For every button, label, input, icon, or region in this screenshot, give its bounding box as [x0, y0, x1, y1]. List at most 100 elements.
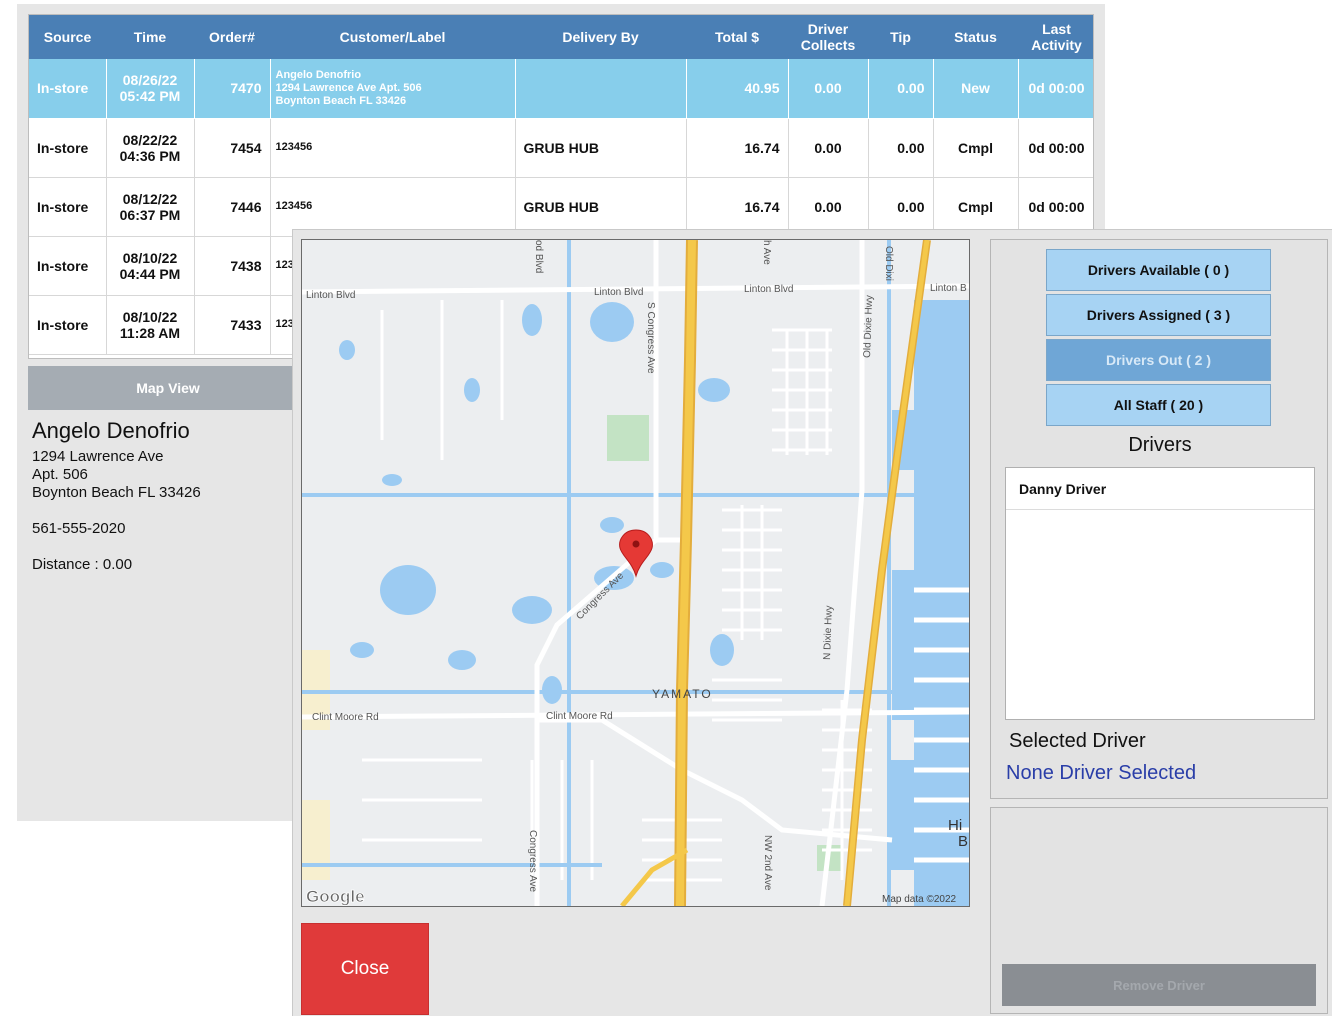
cell-driver-collects: 0.00 [788, 177, 869, 237]
map-label-old-dixie: Old Dixi [883, 246, 894, 281]
cell-order: 7470 [194, 59, 271, 119]
map-label-n-dixie: N Dixie Hwy [822, 605, 835, 660]
customer-city: Boynton Beach FL 33426 [32, 484, 201, 501]
table-row[interactable]: In-store 08/26/22 05:42 PM 7470 Angelo Denof… [29, 59, 1093, 119]
map-canvas[interactable]: Linton Blvd Linton Blvd Linton Blvd Lint… [302, 240, 969, 906]
cell-customer: 123456 [270, 118, 516, 178]
cell-delivery-by: GRUB HUB [515, 118, 687, 178]
col-header-source[interactable]: Source [29, 15, 106, 59]
cell-source: In-store [29, 177, 107, 237]
driver-assign-dialog: Linton Blvd Linton Blvd Linton Blvd Lint… [292, 229, 1332, 1016]
col-header-driver-collects[interactable]: Driver Collects [788, 15, 868, 59]
map-view-button[interactable]: Map View [28, 366, 308, 410]
cell-time-time: 06:37 PM [119, 206, 181, 223]
col-header-driver-collects-label: Driver Collects [800, 21, 856, 53]
cell-time-time: 04:44 PM [119, 265, 181, 282]
customer-line: Boynton Beach FL 33426 [275, 94, 407, 107]
map-attribution: Map data ©2022 [882, 894, 957, 905]
customer-line: 123456 [275, 141, 313, 153]
map-label-clint-moore: Clint Moore Rd [312, 712, 379, 723]
map-label-road: h Ave [761, 240, 772, 265]
col-header-total[interactable]: Total $ [686, 15, 788, 59]
map-label-road: od Blvd [533, 240, 544, 273]
cell-source: In-store [29, 59, 107, 119]
cell-time-date: 08/12/22 [122, 190, 178, 207]
col-header-status[interactable]: Status [933, 15, 1018, 59]
cell-time-time: 11:28 AM [119, 324, 181, 341]
cell-time-date: 08/22/22 [122, 131, 178, 148]
map-label-linton: Linton Blvd [744, 284, 793, 295]
cell-total: 40.95 [686, 59, 789, 119]
customer-name: Angelo Denofrio [32, 418, 190, 443]
drivers-out-button[interactable]: Drivers Out ( 2 ) [1046, 339, 1271, 381]
map-label-linton: Linton Blvd [594, 287, 643, 298]
cell-time-date: 08/26/22 [122, 72, 178, 89]
cell-delivery-by [515, 59, 687, 119]
cell-total: 16.74 [686, 177, 789, 237]
cell-delivery-by: GRUB HUB [515, 177, 687, 237]
customer-distance: Distance : 0.00 [32, 556, 133, 573]
drivers-list[interactable]: Danny Driver [1005, 467, 1315, 720]
cell-time-date: 08/10/22 [122, 308, 178, 325]
col-header-last-activity-label: Last Activity [1031, 21, 1082, 53]
customer-street: 1294 Lawrence Ave [32, 448, 164, 465]
cell-order: 7454 [194, 118, 271, 178]
cell-time: 08/10/22 04:44 PM [106, 236, 195, 296]
cell-status: New [933, 59, 1019, 119]
cell-total: 16.74 [686, 118, 789, 178]
col-header-tip[interactable]: Tip [868, 15, 933, 59]
map-label-congress: Congress Ave [527, 830, 538, 893]
map-label-congress: S Congress Ave [645, 302, 656, 374]
remove-driver-button[interactable]: Remove Driver [1002, 964, 1316, 1006]
col-header-customer[interactable]: Customer/Label [270, 15, 515, 59]
drivers-available-button[interactable]: Drivers Available ( 0 ) [1046, 249, 1271, 291]
cell-driver-collects: 0.00 [788, 59, 869, 119]
cell-tip: 0.00 [868, 118, 934, 178]
cell-status: Cmpl [933, 118, 1019, 178]
col-header-time[interactable]: Time [106, 15, 194, 59]
cell-time-time: 04:36 PM [119, 147, 181, 164]
driver-actions-panel: Remove Driver [990, 807, 1328, 1014]
cell-source: In-store [29, 295, 107, 355]
col-header-order[interactable]: Order# [194, 15, 270, 59]
cell-time: 08/10/22 11:28 AM [106, 295, 195, 355]
map-label-nw-2nd: NW 2nd Ave [762, 835, 773, 891]
cell-time-date: 08/10/22 [122, 249, 178, 266]
drivers-panel: Drivers Available ( 0 ) Drivers Assigned… [990, 239, 1328, 799]
close-button[interactable]: Close [301, 923, 429, 1015]
cell-time: 08/26/22 05:42 PM [106, 59, 195, 119]
selected-driver-label: Selected Driver [1009, 730, 1146, 752]
cell-order: 7438 [194, 236, 271, 296]
drivers-title: Drivers [1128, 434, 1192, 456]
google-logo: Google [306, 887, 365, 906]
cell-tip: 0.00 [868, 59, 934, 119]
col-header-last-activity[interactable]: Last Activity [1018, 15, 1093, 59]
all-staff-button[interactable]: All Staff ( 20 ) [1046, 384, 1271, 426]
customer-phone: 561-555-2020 [32, 520, 126, 537]
cell-last-activity: 0d 00:00 [1018, 177, 1093, 237]
cell-source: In-store [29, 236, 107, 296]
col-header-delivery-by[interactable]: Delivery By [515, 15, 686, 59]
cell-status: Cmpl [933, 177, 1019, 237]
cell-last-activity: 0d 00:00 [1018, 59, 1093, 119]
drivers-assigned-button[interactable]: Drivers Assigned ( 3 ) [1046, 294, 1271, 336]
customer-apt: Apt. 506 [32, 466, 88, 483]
map-label-yamato: YAMATO [652, 687, 713, 701]
map-label-old-dixie: Old Dixie Hwy [862, 295, 875, 358]
cell-customer: Angelo Denofrio 1294 Lawrence Ave Apt. 50… [270, 59, 516, 119]
map-label-linton: Linton B [930, 283, 967, 294]
orders-header-row: Source Time Order# Customer/Label Delive… [29, 15, 1093, 59]
cell-time-time: 05:42 PM [119, 88, 181, 105]
cell-order: 7433 [194, 295, 271, 355]
cell-customer: 123456 [270, 177, 516, 237]
delivery-map[interactable]: Linton Blvd Linton Blvd Linton Blvd Lint… [301, 239, 970, 907]
customer-info: Angelo Denofrio 1294 Lawrence Ave Apt. 5… [32, 418, 302, 574]
selected-driver-value: None Driver Selected [1006, 762, 1197, 784]
table-row[interactable]: In-store 08/12/22 06:37 PM 7446 123456 GRUB H… [29, 177, 1093, 237]
cell-time: 08/22/22 04:36 PM [106, 118, 195, 178]
table-row[interactable]: In-store 08/22/22 04:36 PM 7454 123456 GRUB H… [29, 118, 1093, 178]
driver-list-item[interactable]: Danny Driver [1006, 468, 1314, 510]
cell-tip: 0.00 [868, 177, 934, 237]
